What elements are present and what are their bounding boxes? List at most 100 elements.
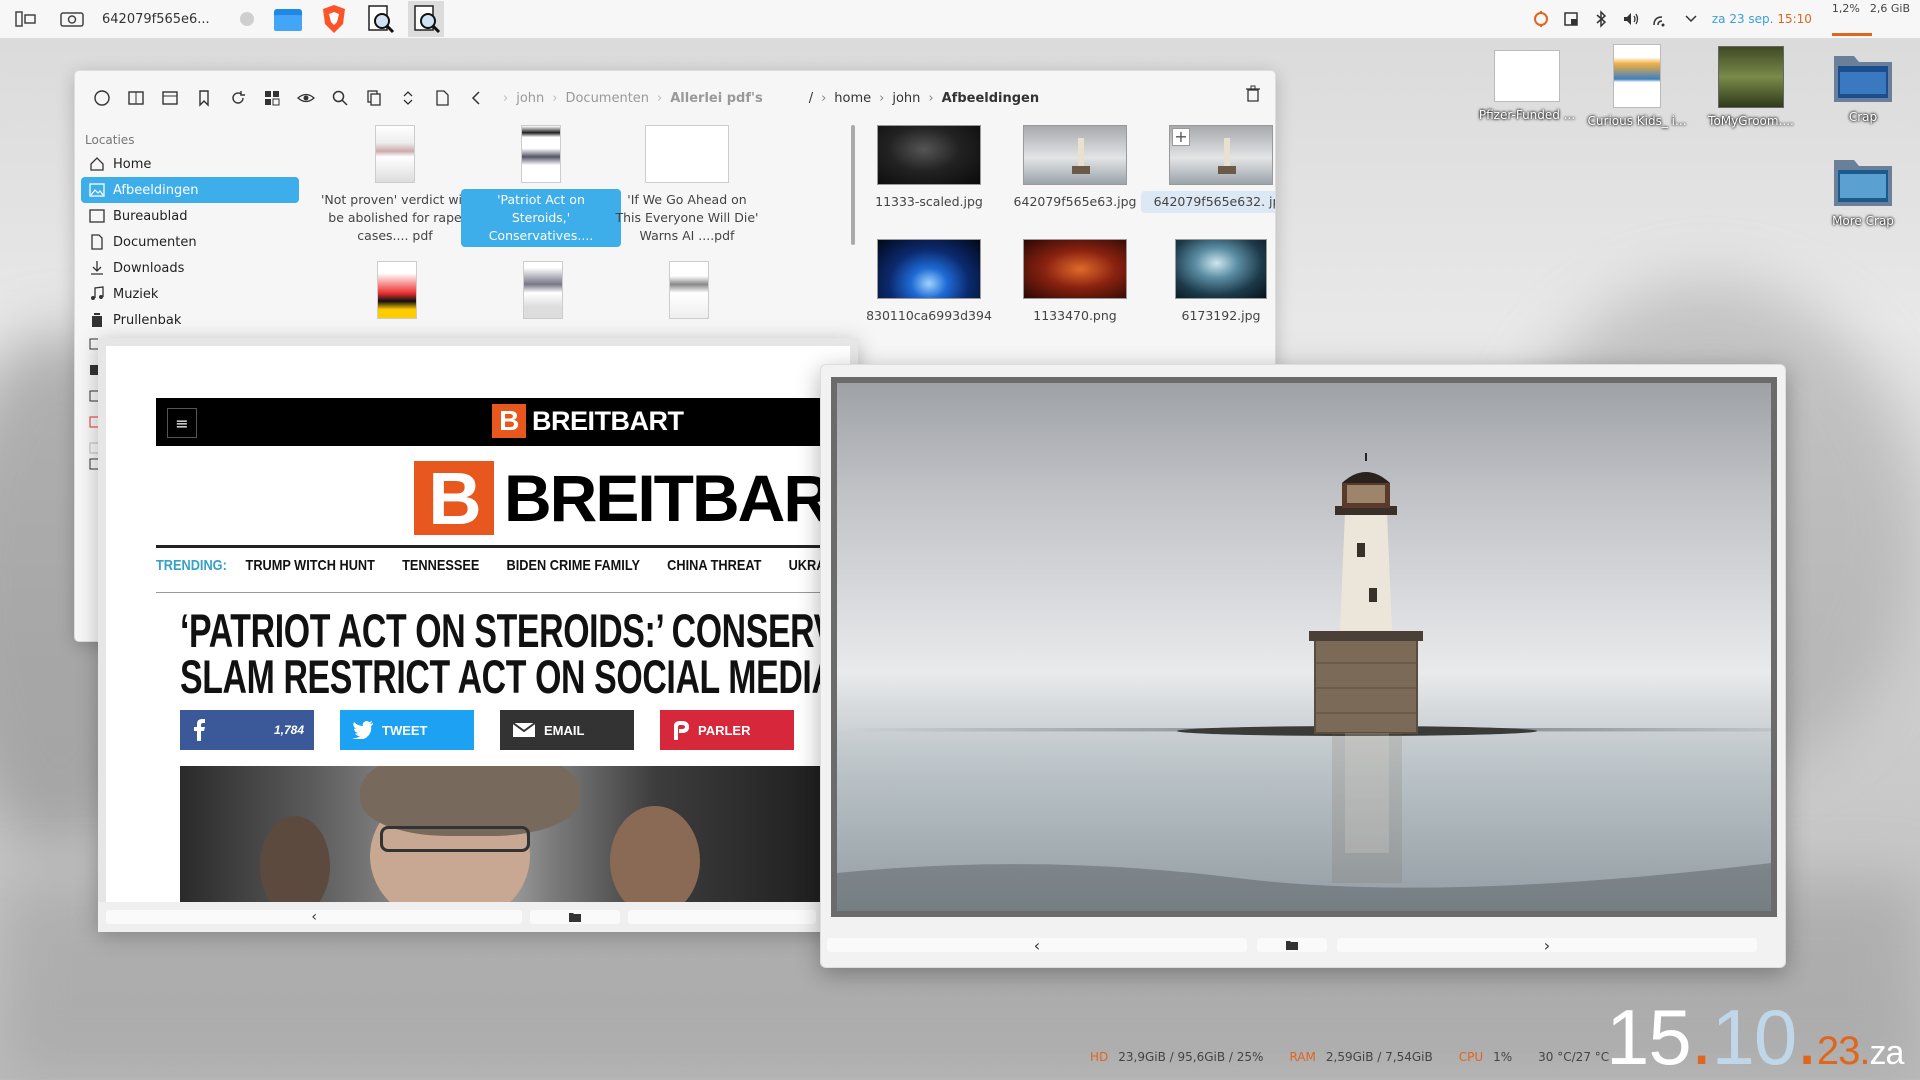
bookmark-icon[interactable]: [187, 81, 221, 115]
trash-icon: [92, 313, 102, 327]
refresh-icon[interactable]: [221, 81, 255, 115]
search-icon[interactable]: [323, 81, 357, 115]
site-top-logo[interactable]: B BREITBART: [492, 404, 684, 438]
file-item-pdf-not-proven[interactable]: 'Not proven' verdict will be abolished f…: [315, 125, 475, 247]
trending-item[interactable]: BIDEN CRIME FAMILY: [507, 557, 640, 574]
tweet-button[interactable]: TWEET: [340, 710, 474, 750]
chevron-down-icon[interactable]: [1680, 8, 1702, 30]
cpu-usage[interactable]: 1,2%: [1831, 0, 1872, 38]
date-month: 10: [1711, 993, 1797, 1080]
file-item-image-1133470[interactable]: 1133470.png: [995, 239, 1155, 327]
pdf-thumbnail[interactable]: [523, 261, 563, 319]
music-icon: [91, 286, 104, 300]
file-item-image-6173192[interactable]: 6173192.jpg: [1141, 239, 1275, 327]
delete-icon[interactable]: [1245, 85, 1261, 103]
activity-switcher-icon[interactable]: [10, 3, 42, 35]
pdf-thumbnail[interactable]: [669, 261, 709, 319]
document-thumbnail: [1494, 50, 1560, 102]
preview-eye-icon[interactable]: [289, 81, 323, 115]
desktop-icon-tomygroom[interactable]: ToMyGroom....: [1696, 46, 1806, 128]
browse-folder-button[interactable]: [530, 910, 620, 924]
hamburger-menu-button[interactable]: ≡: [167, 408, 197, 438]
breadcrumb-item[interactable]: john: [516, 91, 544, 106]
previous-image-button[interactable]: ‹: [827, 936, 1247, 955]
desktop-icon-curious-kids[interactable]: Curious Kids_ i...: [1582, 44, 1692, 128]
next-button[interactable]: [627, 910, 817, 924]
bluetooth-icon[interactable]: [1590, 8, 1612, 30]
downloads-icon: [91, 261, 103, 275]
sidebar-item-label: Prullenbak: [113, 312, 182, 328]
site-top-bar: ≡ B BREITBART: [156, 398, 850, 446]
breadcrumb-item[interactable]: Documenten: [565, 91, 649, 106]
image-viewer-icon[interactable]: [407, 1, 444, 37]
image-thumbnail: [1175, 239, 1267, 299]
email-share-button[interactable]: EMAIL: [500, 710, 634, 750]
task-title[interactable]: 642079f565e6...: [102, 12, 210, 27]
next-image-button[interactable]: ›: [1337, 936, 1757, 955]
breadcrumb-item[interactable]: Allerlei pdf's: [670, 91, 762, 106]
add-selection-icon[interactable]: +: [1172, 128, 1190, 146]
site-main-logo[interactable]: B BREITBART: [414, 457, 850, 540]
breadcrumb-root[interactable]: /: [809, 91, 813, 106]
new-document-icon[interactable]: [425, 81, 459, 115]
trending-item[interactable]: CHINA THREAT: [667, 557, 761, 574]
network-icon[interactable]: [1650, 8, 1672, 30]
sidebar-item-prullenbak[interactable]: Prullenbak: [81, 307, 299, 333]
clipboard-icon[interactable]: [1560, 8, 1582, 30]
memory-usage[interactable]: 2,6 GiB: [1870, 0, 1910, 38]
panel-icon[interactable]: [153, 81, 187, 115]
previous-button[interactable]: ‹: [106, 909, 523, 925]
sidebar-item-label: Downloads: [113, 260, 185, 276]
chevron-left-icon: ‹: [311, 909, 317, 925]
file-item-image-830110[interactable]: 830110ca6993d394: [849, 239, 1009, 327]
sidebar-item-muziek[interactable]: Muziek: [81, 281, 299, 307]
browse-folder-button[interactable]: [1257, 938, 1327, 952]
temperature-value: 30 °C/27 °C: [1538, 1050, 1610, 1064]
desktop-icon-pfizer[interactable]: Pfizer-Funded ...: [1472, 50, 1582, 122]
breadcrumb-item[interactable]: home: [834, 91, 871, 106]
circle-icon[interactable]: [85, 81, 119, 115]
cpu-usage-value: 1,2%: [1831, 2, 1860, 15]
sidebar-item-bureaublad[interactable]: Bureaublad: [81, 203, 299, 229]
copy-icon[interactable]: [357, 81, 391, 115]
clock[interactable]: za 23 sep. 15:10: [1712, 12, 1812, 26]
volume-icon[interactable]: [1620, 8, 1642, 30]
folder-icon: [1832, 48, 1894, 104]
file-manager-app-icon[interactable]: [270, 1, 306, 37]
trending-bar: TRENDING: TRUMP WITCH HUNT TENNESSEE BID…: [156, 557, 850, 574]
image-thumbnail: [877, 125, 981, 185]
file-item-image-642079f565e632[interactable]: + 642079f565e632. jpg: [1141, 125, 1275, 213]
update-icon[interactable]: [1530, 8, 1552, 30]
breadcrumb-item[interactable]: john: [892, 91, 920, 106]
desktop-icon: [89, 209, 105, 223]
breadcrumb-current[interactable]: Afbeeldingen: [942, 91, 1040, 106]
sidebar-item-home[interactable]: Home: [81, 151, 299, 177]
screenshot-icon[interactable]: [56, 3, 88, 35]
trending-item[interactable]: TENNESSEE: [402, 557, 479, 574]
split-view-icon[interactable]: [119, 81, 153, 115]
sidebar-item-downloads[interactable]: Downloads: [81, 255, 299, 281]
file-item-pdf-patriot-act[interactable]: 'Patriot Act on Steroids,' Conservatives…: [461, 125, 621, 247]
sidebar-item-afbeeldingen[interactable]: Afbeeldingen: [81, 177, 299, 203]
sort-icon[interactable]: [391, 81, 425, 115]
back-icon[interactable]: [459, 81, 493, 115]
document-viewer-icon[interactable]: [362, 1, 398, 37]
sidebar-item-documenten[interactable]: Documenten: [81, 229, 299, 255]
file-item-image-642079f565e63[interactable]: 642079f565e63.jpg: [995, 125, 1155, 213]
grid-view-icon[interactable]: [255, 81, 289, 115]
trending-label: TRENDING:: [156, 557, 227, 574]
pdf-thumbnail[interactable]: [377, 261, 417, 319]
facebook-share-button[interactable]: 1,784: [180, 710, 314, 750]
parler-share-button[interactable]: PARLER: [660, 710, 794, 750]
desktop-icon-more-crap[interactable]: More Crap: [1808, 152, 1918, 228]
date-weekday: za: [1869, 1034, 1905, 1072]
trending-item[interactable]: TRUMP WITCH HUNT: [246, 557, 375, 574]
desktop-icon-label: Crap: [1848, 110, 1878, 124]
file-item-pdf-if-we-go-ahead[interactable]: 'If We Go Ahead on This Everyone Will Di…: [607, 125, 767, 247]
file-item-image-11333[interactable]: 11333-scaled.jpg: [849, 125, 1009, 213]
pictures-icon: [89, 183, 105, 197]
desktop-icon-crap[interactable]: Crap: [1808, 48, 1918, 124]
brave-browser-icon[interactable]: [316, 1, 352, 37]
file-label: 642079f565e63.jpg: [1013, 194, 1137, 209]
desktop-icon-label: More Crap: [1832, 214, 1894, 228]
